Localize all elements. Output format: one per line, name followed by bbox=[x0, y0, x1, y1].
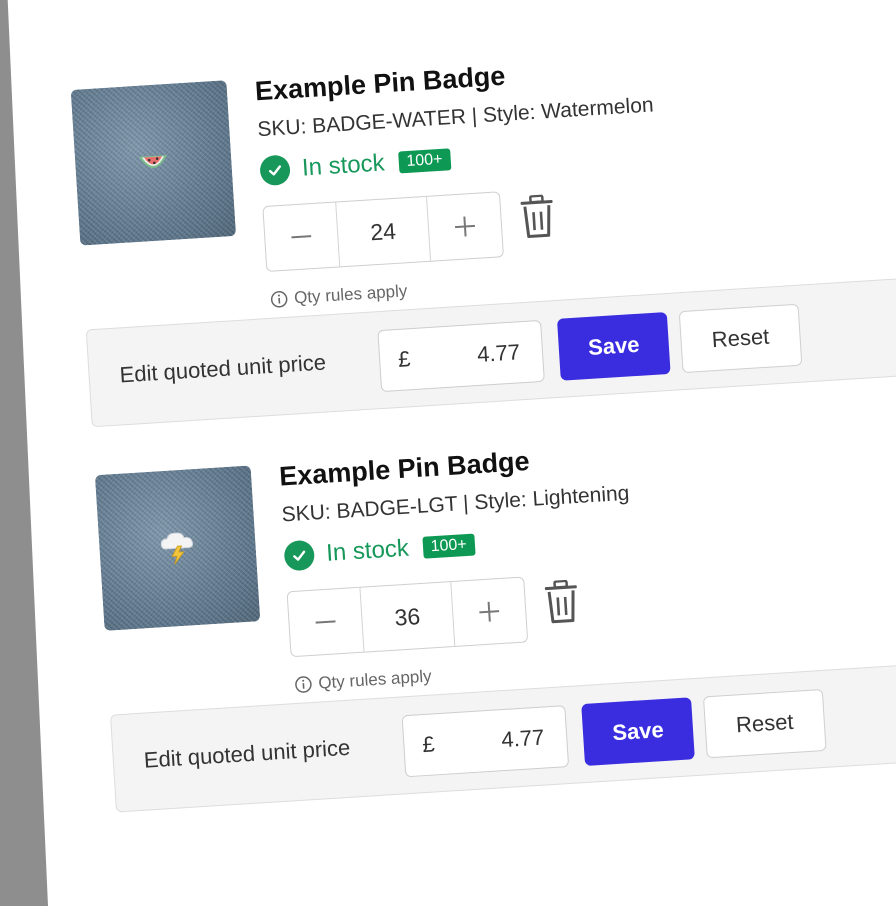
increase-qty-button[interactable] bbox=[427, 192, 503, 260]
reset-price-button[interactable]: Reset bbox=[702, 688, 827, 759]
quantity-stepper: 36 bbox=[286, 576, 529, 658]
increase-qty-button[interactable] bbox=[451, 578, 527, 646]
product-image bbox=[70, 80, 237, 246]
unit-price-value: 4.77 bbox=[476, 339, 521, 367]
stock-status: In stock 100+ bbox=[259, 144, 452, 187]
price-edit-label: Edit quoted unit price bbox=[118, 349, 327, 388]
info-icon bbox=[295, 676, 312, 693]
trash-icon[interactable] bbox=[518, 194, 557, 240]
check-circle-icon bbox=[283, 539, 316, 572]
qty-rules-note[interactable]: Qty rules apply bbox=[294, 666, 432, 695]
stock-status: In stock 100+ bbox=[283, 530, 476, 572]
save-price-button[interactable]: Save bbox=[556, 311, 671, 381]
quantity-input[interactable]: 36 bbox=[359, 582, 456, 652]
quantity-stepper: 24 bbox=[262, 191, 504, 273]
qty-rules-note[interactable]: Qty rules apply bbox=[270, 281, 408, 310]
product-image bbox=[94, 465, 261, 631]
product-title: Example Pin Badge bbox=[254, 60, 507, 107]
decrease-qty-button[interactable] bbox=[288, 588, 364, 656]
basket-item: Example Pin Badge SKU: BADGE-LGT | Style… bbox=[94, 411, 896, 824]
page-edge bbox=[0, 0, 48, 906]
minus-icon bbox=[291, 235, 312, 239]
price-edit-panel: Edit quoted unit price £ 4.77 Save Reset bbox=[85, 275, 896, 428]
plus-icon bbox=[479, 601, 500, 622]
lightning-cloud-pin-icon bbox=[160, 532, 194, 565]
currency-symbol: £ bbox=[421, 731, 436, 758]
unit-price-value: 4.77 bbox=[500, 724, 545, 753]
product-title: Example Pin Badge bbox=[278, 445, 531, 492]
basket-item: Example Pin Badge SKU: BADGE-WATER | Sty… bbox=[70, 26, 896, 439]
decrease-qty-button[interactable] bbox=[263, 203, 339, 271]
info-icon bbox=[270, 291, 288, 308]
price-edit-label: Edit quoted unit price bbox=[143, 734, 351, 773]
save-price-button[interactable]: Save bbox=[581, 697, 695, 767]
qty-rules-label: Qty rules apply bbox=[293, 281, 408, 308]
currency-symbol: £ bbox=[397, 346, 412, 372]
stock-label: In stock bbox=[325, 534, 410, 567]
unit-price-input[interactable]: £ 4.77 bbox=[377, 319, 545, 393]
price-edit-panel: Edit quoted unit price £ 4.77 Save Reset bbox=[109, 660, 896, 813]
stock-count-badge: 100+ bbox=[397, 148, 452, 174]
qty-rules-label: Qty rules apply bbox=[317, 666, 433, 693]
quantity-input[interactable]: 24 bbox=[335, 196, 432, 267]
trash-icon[interactable] bbox=[542, 579, 581, 625]
check-circle-icon bbox=[259, 154, 291, 187]
minus-icon bbox=[315, 620, 336, 624]
plus-icon bbox=[454, 216, 476, 237]
unit-price-input[interactable]: £ 4.77 bbox=[401, 705, 570, 778]
watermelon-pin-icon bbox=[138, 155, 167, 168]
basket-items: Example Pin Badge SKU: BADGE-WATER | Sty… bbox=[70, 27, 896, 868]
stock-label: In stock bbox=[301, 149, 386, 182]
stock-count-badge: 100+ bbox=[422, 533, 476, 559]
reset-price-button[interactable]: Reset bbox=[678, 303, 803, 374]
